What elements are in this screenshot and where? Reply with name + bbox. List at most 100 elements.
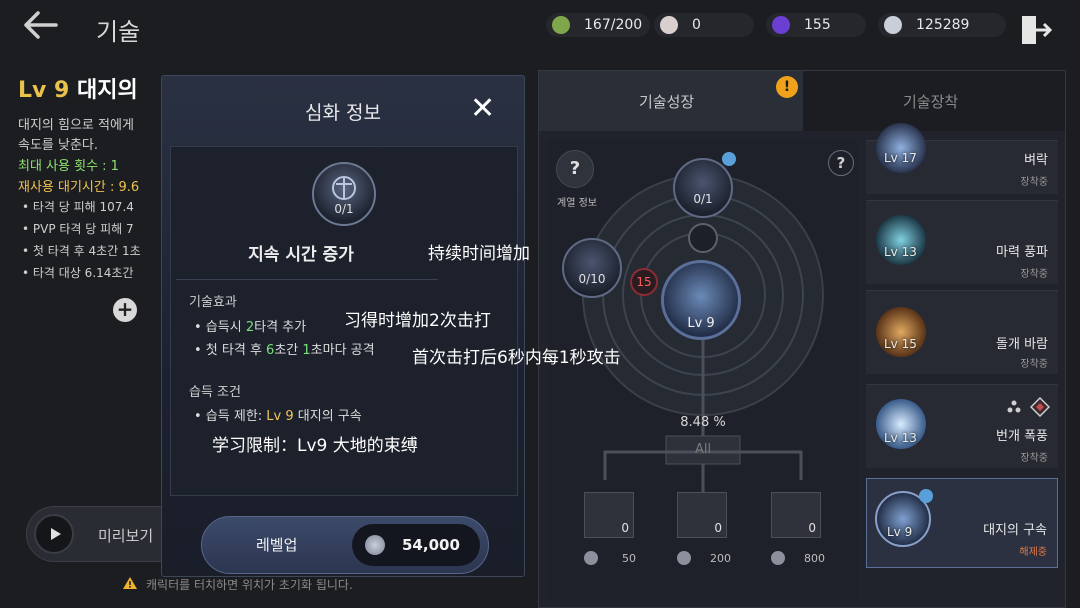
- effect-section-title: 기술효과: [189, 295, 237, 310]
- silver-counter[interactable]: 125289: [878, 13, 1006, 37]
- help-icon[interactable]: ?: [828, 150, 854, 176]
- stat-line: • 첫 타격 후 4초간 1초: [22, 244, 141, 258]
- skill-card-level: Lv 17: [884, 151, 917, 165]
- skill-card-level: Lv 15: [884, 337, 917, 351]
- pearl-icon: [660, 16, 678, 34]
- silver-coin-icon: [584, 551, 598, 565]
- effect-text: 초간: [274, 343, 303, 358]
- sub-node-count: 0: [808, 521, 816, 535]
- sub-node-3[interactable]: 0: [771, 492, 821, 538]
- node-badge-icon: [722, 152, 736, 166]
- tab-skill-growth[interactable]: 기술성장: [539, 71, 803, 131]
- skill-desc-1: 대지의 힘으로 적에게: [18, 118, 134, 133]
- skill-card-selected[interactable]: Lv 9 대지의 구속 해제중: [866, 478, 1058, 568]
- page-title: 기술: [96, 18, 141, 46]
- stamina-value: 167/200: [584, 17, 643, 33]
- condition-value: Lv 9: [266, 409, 294, 424]
- skill-level: Lv 9: [18, 78, 70, 103]
- skill-card-level: Lv 13: [884, 245, 917, 259]
- tree-center-level: Lv 9: [687, 316, 715, 331]
- silver-coin-icon: [771, 551, 785, 565]
- skill-card[interactable]: Lv 17 벼락 장착중: [866, 123, 1058, 194]
- rune-icon: [1006, 399, 1022, 415]
- level-up-cost: 54,000: [402, 536, 460, 554]
- alert-badge-icon: !: [776, 76, 798, 98]
- tree-node-top[interactable]: [673, 158, 733, 218]
- upgrade-node-name: 지속 시간 증가: [248, 245, 354, 265]
- tree-node-left-count: 0/10: [578, 272, 606, 286]
- skill-card-state: 장착중: [1020, 269, 1048, 280]
- effect-text: 타격 추가: [254, 320, 307, 335]
- silver-value: 125289: [916, 17, 970, 33]
- skill-card-state: 장착중: [1020, 177, 1048, 188]
- orb-icon: [772, 16, 790, 34]
- skill-card[interactable]: Lv 15 돌개 바람 장착중: [866, 290, 1058, 374]
- tab-skill-equip[interactable]: 기술장착: [803, 71, 1065, 131]
- skill-card-state: 장착중: [1020, 359, 1048, 370]
- effect-line-1: • 습득시 2타격 추가: [194, 316, 306, 335]
- cooldown: 재사용 대기시간 : 9.6: [18, 180, 140, 195]
- effect-value: 2: [245, 320, 255, 335]
- condition-text: 대지의 구속: [293, 409, 362, 424]
- reset-hint: 캐릭터를 터치하면 위치가 초기화 됩니다.: [146, 578, 353, 592]
- tab-equip-label: 기술장착: [903, 93, 959, 111]
- level-up-label: 레벨업: [256, 536, 298, 554]
- stat-line: • 타격 당 피해 107.4: [22, 200, 134, 214]
- skill-card-state: 해제중: [1019, 547, 1047, 558]
- tree-node-top-count: 0/1: [693, 192, 713, 206]
- expand-plus-button[interactable]: +: [113, 298, 137, 322]
- tab-growth-label: 기술성장: [639, 93, 695, 111]
- pearl-value: 0: [692, 17, 701, 33]
- skill-card-name: 대지의 구속: [983, 523, 1047, 538]
- tree-node-left[interactable]: [562, 238, 622, 298]
- silver-coin-icon: [677, 551, 691, 565]
- skill-card-level: Lv 13: [884, 431, 917, 445]
- orb-value: 155: [804, 17, 831, 33]
- sub-node-count: 0: [714, 521, 722, 535]
- skill-card-name: 돌개 바람: [996, 337, 1048, 352]
- exit-icon[interactable]: [1018, 12, 1054, 48]
- translation-node-name: 持续时间增加: [428, 244, 530, 264]
- play-icon[interactable]: [34, 514, 74, 554]
- skill-desc-2: 속도를 낮춘다.: [18, 138, 99, 153]
- lineage-info-button[interactable]: ?: [556, 150, 594, 188]
- skill-card[interactable]: Lv 13 마력 풍파 장착중: [866, 200, 1058, 284]
- red-level-badge: 15: [630, 268, 658, 296]
- sub-node-cost: 50: [622, 552, 636, 565]
- pearl-counter[interactable]: 0: [654, 13, 754, 37]
- sub-node-1[interactable]: 0: [584, 492, 634, 538]
- translation-condition: 学习限制：Lv9 大地的束缚: [212, 436, 418, 456]
- effect-text: • 습득시: [194, 320, 246, 335]
- sub-node-cost: 200: [710, 552, 731, 565]
- stat-line: • 타격 대상 6.14초간: [22, 266, 134, 280]
- orb-counter[interactable]: 155: [766, 13, 866, 37]
- node-badge-icon: [919, 489, 933, 503]
- sub-node-count: 0: [621, 521, 629, 535]
- sub-node-2[interactable]: 0: [677, 492, 727, 538]
- skill-card[interactable]: Lv 13 번개 폭풍 장착중: [866, 384, 1058, 468]
- effect-value: 1: [302, 343, 311, 358]
- stat-line: • PVP 타격 당 피해 7: [22, 222, 134, 236]
- skill-name: 대지의: [77, 78, 138, 103]
- progress-percent: 8.48 %: [680, 415, 726, 430]
- effect-text: 초마다 공격: [310, 343, 375, 358]
- condition-section-title: 습득 조건: [189, 385, 241, 400]
- skill-icon: [876, 123, 926, 173]
- close-icon[interactable]: ✕: [470, 93, 495, 125]
- translation-effect-1: 习得时增加2次击打: [344, 311, 491, 331]
- silver-coin-icon: [365, 535, 385, 555]
- divider: [176, 279, 438, 280]
- all-button[interactable]: All: [666, 436, 740, 464]
- sub-node-cost: 800: [804, 552, 825, 565]
- upgrade-node-icon: [312, 162, 376, 226]
- back-arrow-icon[interactable]: [22, 10, 58, 46]
- condition-text: • 습득 제한:: [194, 409, 267, 424]
- warning-icon: [122, 575, 138, 589]
- silver-coin-icon: [884, 16, 902, 34]
- skill-heading: Lv 9 대지의: [18, 72, 138, 104]
- preview-label: 미리보기: [98, 527, 154, 545]
- stamina-counter[interactable]: 167/200: [546, 13, 650, 37]
- effect-text: • 첫 타격 후: [194, 343, 267, 358]
- skill-card-name: 마력 풍파: [996, 245, 1048, 260]
- diamond-rune-icon: [1029, 396, 1051, 418]
